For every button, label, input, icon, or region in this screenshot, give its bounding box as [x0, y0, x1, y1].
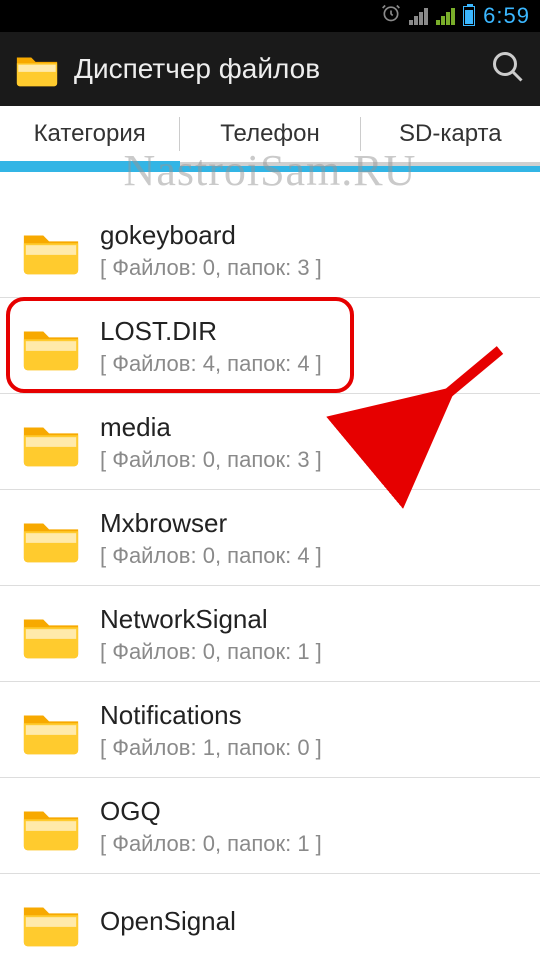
folder-meta: [ Файлов: 1, папок: 0 ] — [100, 735, 520, 761]
signal-icon-1 — [409, 7, 428, 25]
list-item[interactable]: OpenSignal — [0, 874, 540, 970]
folder-name: OpenSignal — [100, 906, 520, 937]
list-item[interactable]: OGQ [ Файлов: 0, папок: 1 ] — [0, 778, 540, 874]
list-item[interactable]: LOST.DIR [ Файлов: 4, папок: 4 ] — [0, 298, 540, 394]
tab-label: Телефон — [220, 120, 320, 148]
status-bar: 6:59 — [0, 0, 540, 32]
list-item[interactable]: Mxbrowser [ Файлов: 0, папок: 4 ] — [0, 490, 540, 586]
folder-icon — [20, 224, 82, 278]
tab-label: Категория — [34, 120, 146, 148]
folder-name: media — [100, 412, 520, 443]
app-title: Диспетчер файлов — [74, 53, 476, 85]
folder-meta: [ Файлов: 0, папок: 3 ] — [100, 255, 520, 281]
folder-meta: [ Файлов: 0, папок: 3 ] — [100, 447, 520, 473]
folder-name: OGQ — [100, 796, 520, 827]
folder-name: NetworkSignal — [100, 604, 520, 635]
folder-name: gokeyboard — [100, 220, 520, 251]
list-item[interactable]: Notifications [ Файлов: 1, папок: 0 ] — [0, 682, 540, 778]
folder-meta: [ Файлов: 0, папок: 1 ] — [100, 831, 520, 857]
tabs: Категория Телефон SD-карта — [0, 106, 540, 166]
app-icon — [14, 49, 60, 89]
signal-icon-2 — [436, 7, 455, 25]
list-item[interactable]: media [ Файлов: 0, папок: 3 ] — [0, 394, 540, 490]
folder-icon — [20, 704, 82, 758]
folder-icon — [20, 416, 82, 470]
battery-icon — [463, 6, 475, 26]
folder-name: LOST.DIR — [100, 316, 520, 347]
tab-indicator — [0, 161, 180, 166]
folder-icon — [20, 320, 82, 374]
search-icon[interactable] — [490, 49, 526, 90]
folder-icon — [20, 800, 82, 854]
folder-icon — [20, 512, 82, 566]
tab-phone[interactable]: Телефон — [180, 106, 359, 162]
app-bar: Диспетчер файлов — [0, 32, 540, 106]
folder-name: Notifications — [100, 700, 520, 731]
list-item[interactable]: NetworkSignal [ Файлов: 0, папок: 1 ] — [0, 586, 540, 682]
tab-category[interactable]: Категория — [0, 106, 179, 162]
folder-meta: [ Файлов: 0, папок: 4 ] — [100, 543, 520, 569]
folder-meta: [ Файлов: 0, папок: 1 ] — [100, 639, 520, 665]
alarm-icon — [381, 3, 401, 29]
tab-label: SD-карта — [399, 120, 502, 148]
folder-name: Mxbrowser — [100, 508, 520, 539]
list-item[interactable]: gokeyboard [ Файлов: 0, папок: 3 ] — [0, 202, 540, 298]
folder-list: gokeyboard [ Файлов: 0, папок: 3 ] LOST.… — [0, 202, 540, 970]
tab-sdcard[interactable]: SD-карта — [361, 106, 540, 162]
folder-icon — [20, 896, 82, 950]
folder-icon — [20, 608, 82, 662]
status-time: 6:59 — [483, 3, 530, 29]
folder-meta: [ Файлов: 4, папок: 4 ] — [100, 351, 520, 377]
spacer — [0, 172, 540, 202]
